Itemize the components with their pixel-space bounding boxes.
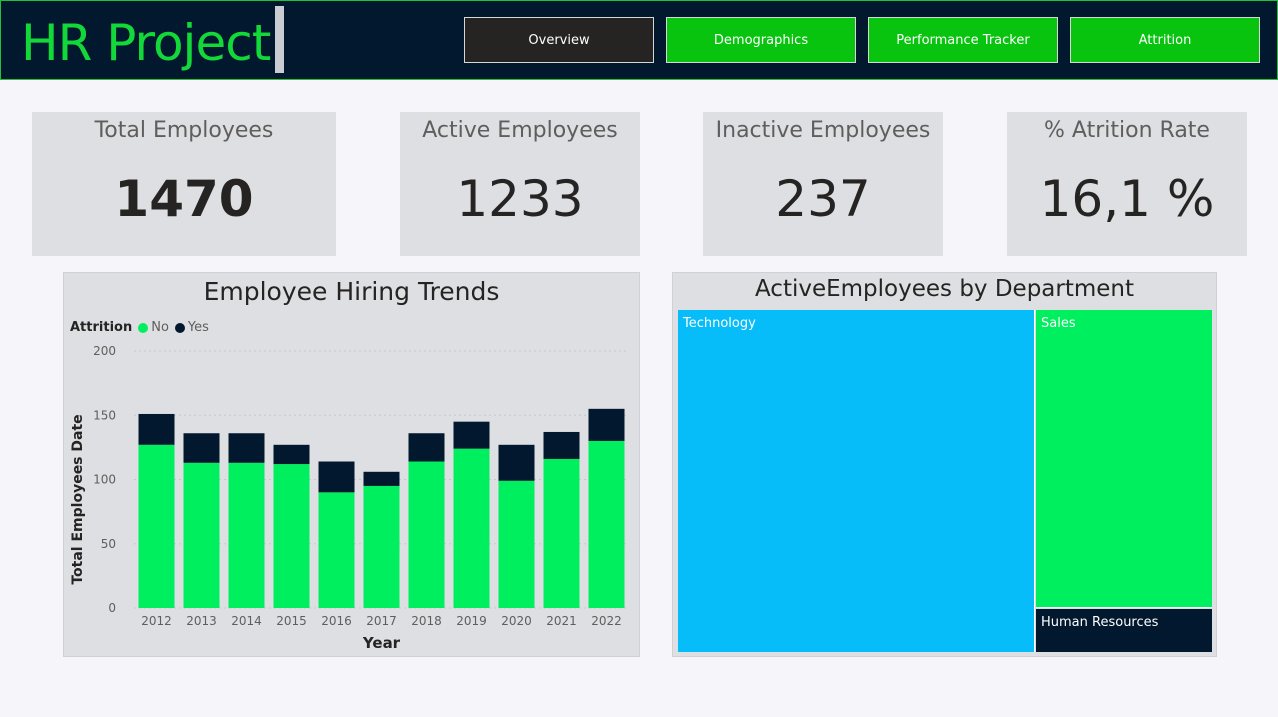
- tab-performance-tracker[interactable]: Performance Tracker: [868, 17, 1058, 63]
- treemap-label: Technology: [683, 316, 756, 331]
- title-divider: [275, 6, 284, 73]
- bar-yes-2017: [363, 471, 400, 486]
- tab-attrition[interactable]: Attrition: [1070, 17, 1260, 63]
- app-title: HR Project: [21, 14, 271, 72]
- bar-yes-2018: [408, 433, 445, 462]
- x-tick-label: 2020: [501, 614, 532, 628]
- x-axis-title: Year: [362, 634, 401, 652]
- kpi-value: 16,1 %: [1039, 170, 1215, 228]
- bar-yes-2015: [273, 444, 310, 465]
- y-tick-label: 200: [93, 344, 116, 358]
- bar-yes-2013: [183, 433, 220, 463]
- treemap-label: Sales: [1041, 316, 1076, 331]
- bar-no-2020: [498, 480, 535, 608]
- x-tick-label: 2022: [591, 614, 622, 628]
- bar-no-2015: [273, 464, 310, 608]
- kpi-label: % Atrition Rate: [1044, 118, 1210, 143]
- bar-yes-2014: [228, 433, 265, 463]
- bar-yes-2021: [543, 431, 580, 459]
- bar-yes-2012: [138, 413, 175, 445]
- kpi-value: 237: [775, 170, 871, 228]
- bar-yes-2016: [318, 461, 355, 493]
- kpi-total-employees[interactable]: Total Employees 1470: [32, 112, 336, 256]
- treemap-cell-technology[interactable]: Technology: [678, 310, 1035, 652]
- x-tick-label: 2019: [456, 614, 487, 628]
- bar-no-2012: [138, 444, 175, 608]
- x-tick-label: 2021: [546, 614, 577, 628]
- treemap-cell-human-resources[interactable]: Human Resources: [1036, 609, 1212, 652]
- bar-no-2019: [453, 448, 490, 608]
- department-treemap-panel[interactable]: ActiveEmployees by Department Technology…: [672, 272, 1217, 657]
- bar-no-2016: [318, 492, 355, 608]
- bar-yes-2022: [588, 408, 625, 441]
- treemap-cell-sales[interactable]: Sales: [1036, 310, 1212, 608]
- bar-no-2013: [183, 462, 220, 608]
- y-tick-label: 150: [93, 408, 116, 422]
- kpi-value: 1233: [456, 170, 584, 228]
- y-tick-label: 100: [93, 473, 116, 487]
- header-bar: HR Project Overview Demographics Perform…: [0, 0, 1278, 80]
- x-tick-label: 2015: [276, 614, 307, 628]
- hiring-trends-chart: 0 50 100 150 200 2012 2013 2014 2015 2016 2017 2018…: [70, 344, 629, 652]
- tab-demographics[interactable]: Demographics: [666, 17, 856, 63]
- tab-overview[interactable]: Overview: [464, 17, 654, 63]
- bar-no-2017: [363, 485, 400, 608]
- x-tick-label: 2014: [231, 614, 262, 628]
- kpi-attrition-rate[interactable]: % Atrition Rate 16,1 %: [1007, 112, 1247, 256]
- bar-yes-2019: [453, 421, 490, 449]
- bar-no-2018: [408, 461, 445, 608]
- y-tick-label: 50: [101, 537, 116, 551]
- kpi-label: Active Employees: [422, 118, 618, 143]
- treemap-label: Human Resources: [1041, 615, 1159, 630]
- kpi-inactive-employees[interactable]: Inactive Employees 237: [703, 112, 943, 256]
- bar-no-2014: [228, 462, 265, 608]
- bar-yes-2020: [498, 444, 535, 481]
- bar-no-2022: [588, 440, 625, 608]
- y-tick-label: 0: [108, 601, 116, 615]
- x-tick-label: 2016: [321, 614, 352, 628]
- kpi-label: Inactive Employees: [715, 118, 931, 143]
- x-tick-label: 2012: [141, 614, 172, 628]
- x-tick-label: 2013: [186, 614, 217, 628]
- hiring-trends-panel[interactable]: Employee Hiring Trends Attrition No Yes …: [63, 272, 640, 657]
- kpi-active-employees[interactable]: Active Employees 1233: [400, 112, 640, 256]
- kpi-label: Total Employees: [94, 118, 274, 143]
- x-tick-label: 2017: [366, 614, 397, 628]
- y-axis-title: Total Employees Date: [70, 414, 86, 584]
- kpi-value: 1470: [114, 170, 254, 228]
- treemap-title: ActiveEmployees by Department: [754, 276, 1135, 302]
- x-tick-label: 2018: [411, 614, 442, 628]
- bar-no-2021: [543, 458, 580, 608]
